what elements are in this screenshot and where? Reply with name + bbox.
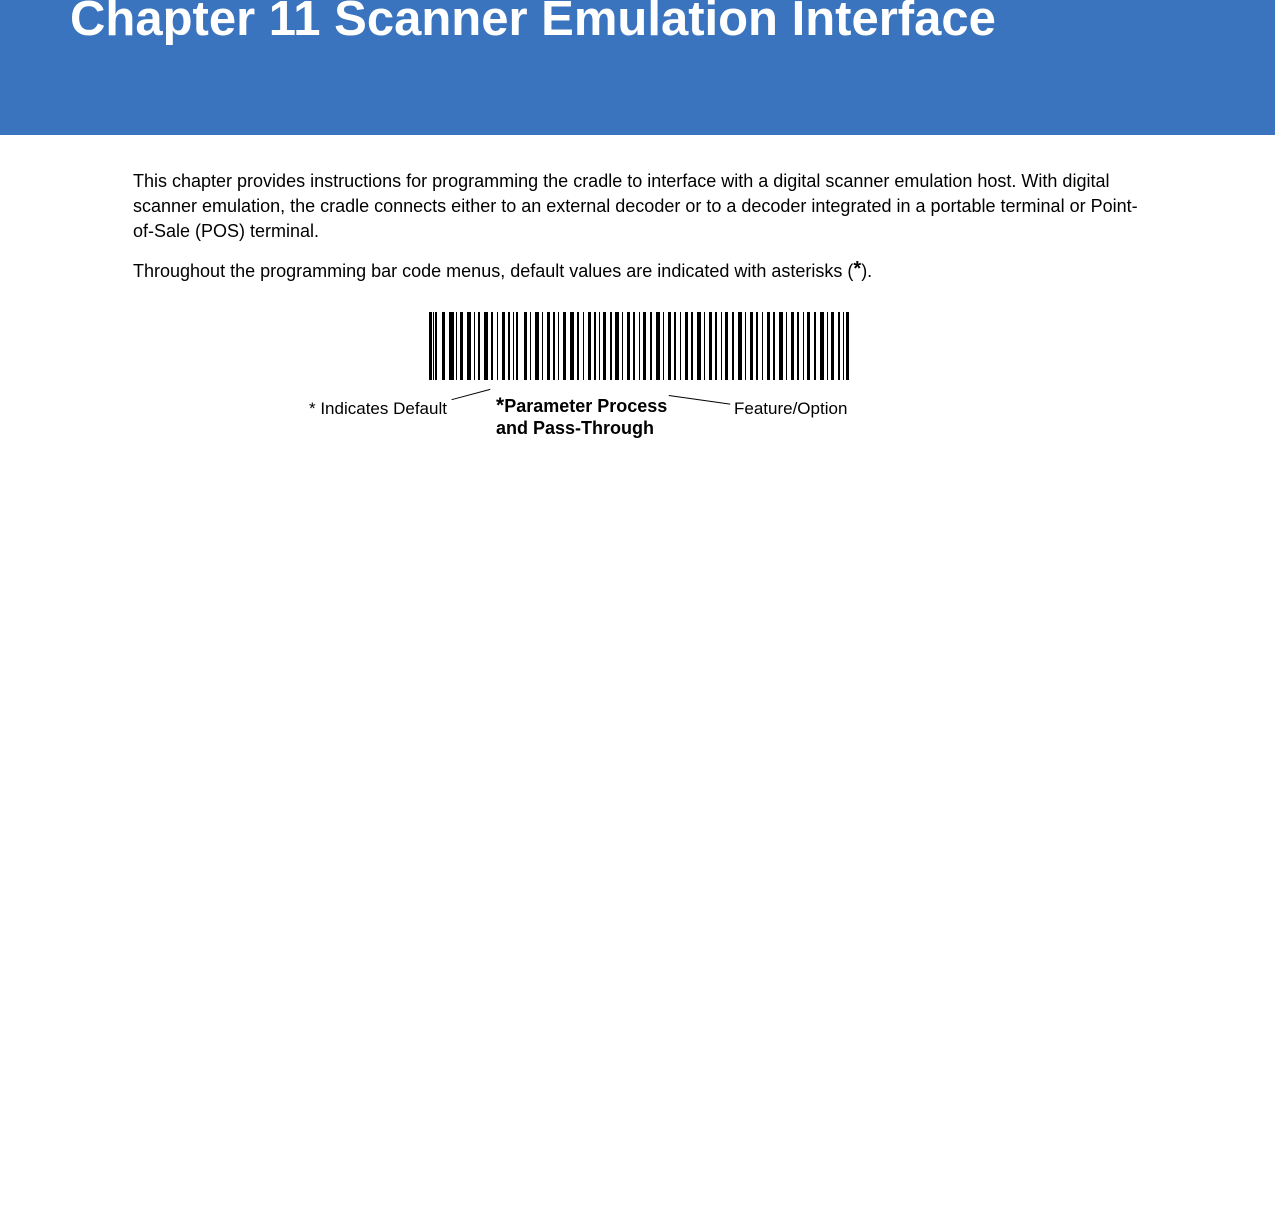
barcode-section: * Indicates Default *Parameter Process a… [133, 312, 1145, 449]
barcode-annotation-row: * Indicates Default *Parameter Process a… [133, 389, 1145, 449]
annotation-center-line2: and Pass-Through [496, 418, 654, 438]
barcode-image [429, 312, 849, 380]
annotation-indicates-default: * Indicates Default [309, 399, 447, 419]
intro-paragraph-2: Throughout the programming bar code menu… [133, 259, 1145, 284]
para2-prefix: Throughout the programming bar code menu… [133, 261, 853, 281]
annotation-center-line1: Parameter Process [504, 396, 667, 416]
para2-suffix: ). [861, 261, 872, 281]
annotation-asterisk-icon: * [496, 394, 504, 417]
annotation-connector-right [667, 395, 730, 416]
annotation-parameter-label: *Parameter Process and Pass-Through [496, 393, 667, 440]
barcode-svg [429, 312, 849, 380]
intro-paragraph-1: This chapter provides instructions for p… [133, 169, 1145, 245]
chapter-header-banner: Chapter 11 Scanner Emulation Interface [0, 0, 1275, 135]
annotation-connector-left [451, 389, 493, 411]
annotation-feature-option: Feature/Option [734, 399, 847, 419]
content-area: This chapter provides instructions for p… [0, 135, 1275, 449]
chapter-title: Chapter 11 Scanner Emulation Interface [70, 0, 996, 44]
